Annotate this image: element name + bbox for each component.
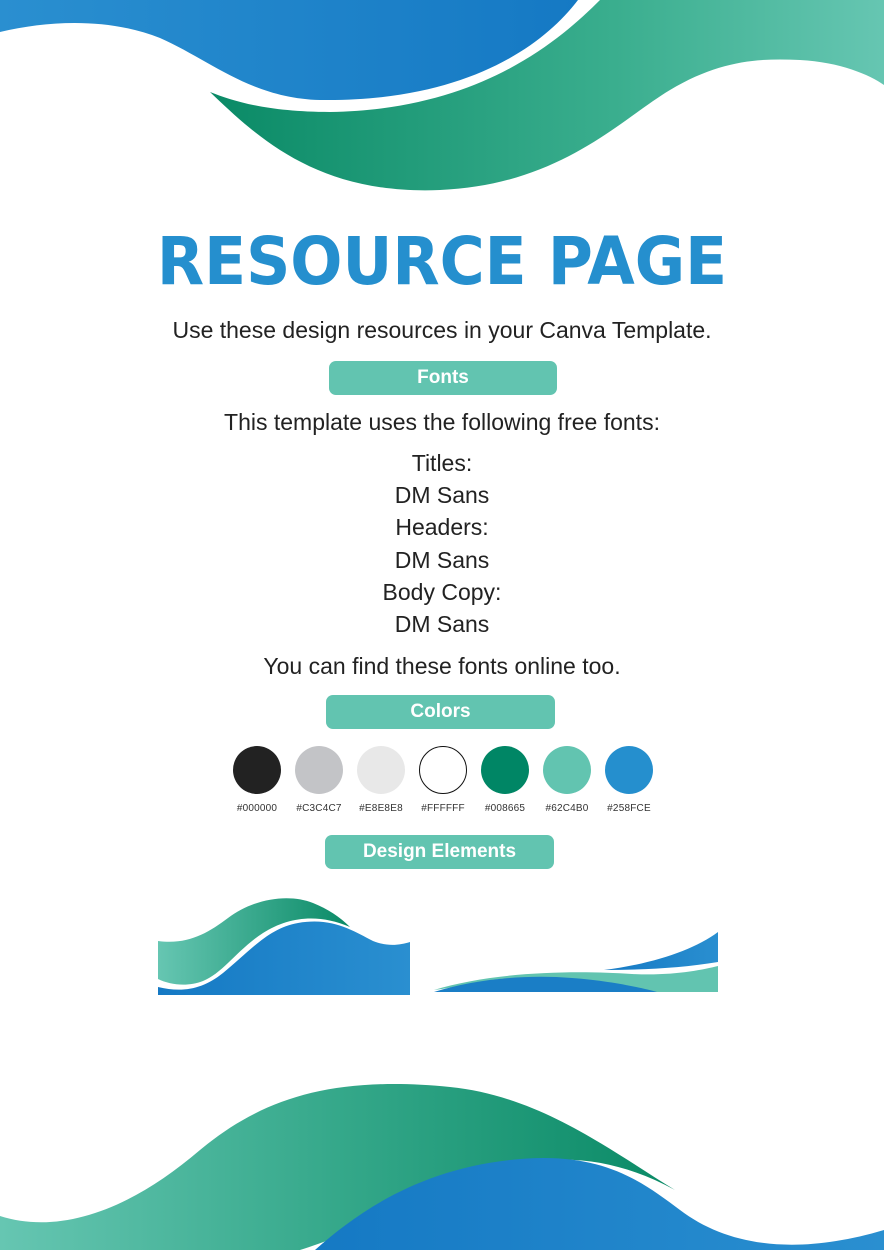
design-elements-section-header: Design Elements bbox=[325, 835, 554, 869]
font-name-titles: DM Sans bbox=[394, 482, 490, 508]
color-swatch: #FFFFFF bbox=[412, 745, 474, 814]
fonts-intro: This template uses the following free fo… bbox=[224, 409, 660, 435]
color-hex-label: #000000 bbox=[236, 803, 278, 814]
font-name-headers: DM Sans bbox=[394, 547, 490, 573]
color-dot bbox=[233, 746, 281, 794]
color-hex-label: #FFFFFF bbox=[421, 803, 465, 814]
color-swatch: #62C4B0 bbox=[536, 745, 598, 814]
color-swatch: #000000 bbox=[226, 745, 288, 814]
color-hex-label: #C3C4C7 bbox=[296, 803, 342, 814]
color-swatch: #008665 bbox=[474, 745, 536, 814]
fonts-section-header: Fonts bbox=[329, 361, 557, 395]
design-element-wave-block bbox=[158, 898, 410, 995]
top-wave-decoration bbox=[0, 0, 884, 191]
font-name-body: DM Sans bbox=[394, 611, 490, 637]
page-subtitle: Use these design resources in your Canva… bbox=[172, 317, 712, 343]
color-dot bbox=[357, 746, 405, 794]
color-hex-label: #008665 bbox=[484, 803, 526, 814]
color-dot bbox=[605, 746, 653, 794]
color-dot bbox=[481, 746, 529, 794]
color-hex-label: #62C4B0 bbox=[545, 803, 589, 814]
color-hex-label: #E8E8E8 bbox=[359, 803, 403, 814]
color-swatch: #E8E8E8 bbox=[350, 745, 412, 814]
color-swatch: #C3C4C7 bbox=[288, 745, 350, 814]
color-dot bbox=[295, 746, 343, 794]
font-role-titles: Titles: bbox=[411, 450, 473, 476]
font-role-body: Body Copy: bbox=[382, 579, 502, 605]
design-element-wave-strip bbox=[434, 932, 718, 992]
color-swatch: #258FCE bbox=[598, 745, 660, 814]
color-dot bbox=[419, 746, 467, 794]
design-right-blue-top bbox=[604, 932, 718, 970]
bottom-wave-decoration bbox=[0, 1084, 884, 1250]
color-dot bbox=[543, 746, 591, 794]
page-title: RESOURCE PAGE bbox=[156, 223, 728, 300]
colors-section-header: Colors bbox=[326, 695, 555, 729]
color-palette: #000000 #C3C4C7 #E8E8E8 #FFFFFF #008665 … bbox=[226, 745, 666, 825]
font-role-headers: Headers: bbox=[395, 514, 489, 540]
fonts-outro: You can find these fonts online too. bbox=[263, 653, 621, 679]
color-hex-label: #258FCE bbox=[607, 803, 651, 814]
